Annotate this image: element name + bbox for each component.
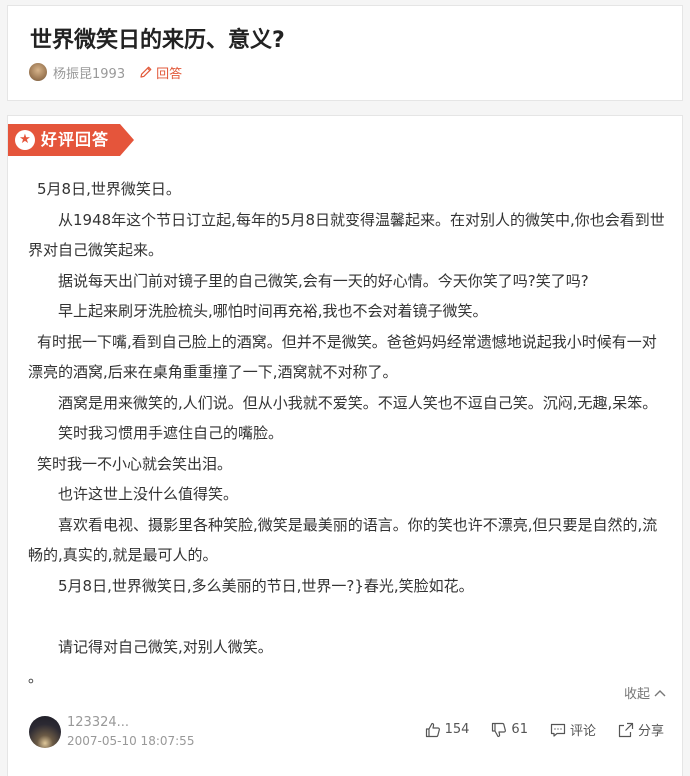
answerer-name[interactable]: 123324... — [67, 714, 129, 731]
share-button[interactable]: 分享 — [618, 720, 664, 739]
author-name[interactable]: 杨振昆1993 — [53, 63, 125, 82]
answer-actions: 154 61 评论 分享 — [403, 720, 664, 739]
question-meta: 杨振昆1993 回答 — [29, 62, 182, 82]
dislike-button[interactable]: 61 — [491, 722, 528, 738]
answer-paragraph: 喜欢看电视、摄影里各种笑脸,微笑是最美丽的语言。你的笑也许不漂亮,但只要是自然的… — [28, 515, 658, 565]
dislike-count: 61 — [511, 722, 528, 737]
like-button[interactable]: 154 — [425, 722, 470, 738]
answerer-avatar[interactable] — [29, 716, 61, 748]
star-icon: ★ — [15, 130, 35, 150]
like-count: 154 — [444, 722, 470, 737]
pencil-icon — [140, 66, 152, 78]
best-answer-badge: ★ 好评回答 — [8, 124, 134, 156]
answer-footer: 123324... 2007-05-10 18:07:55 154 61 评论 … — [29, 714, 664, 750]
collapse-label: 收起 — [623, 687, 650, 702]
comment-label: 评论 — [569, 724, 596, 739]
question-card: 世界微笑日的来历、意义? 杨振昆1993 回答 — [7, 5, 683, 101]
answer-paragraph: 从1948年这个节日订立起,每年的5月8日就变得温馨起来。在对别人的微笑中,你也… — [28, 210, 665, 260]
answer-button-label: 回答 — [156, 66, 183, 82]
answer-content: 5月8日,世界微笑日。 从1948年这个节日订立起,每年的5月8日就变得温馨起来… — [28, 174, 668, 693]
answer-time: 2007-05-10 18:07:55 — [67, 734, 195, 748]
thumbs-up-icon — [425, 722, 440, 737]
answer-paragraph: 5月8日,世界微笑日。 — [37, 180, 181, 198]
chevron-up-icon — [654, 689, 666, 696]
answer-paragraph: 早上起来刷牙洗脸梳头,哪怕时间再充裕,我也不会对着镜子微笑。 — [58, 302, 488, 320]
share-label: 分享 — [637, 724, 664, 739]
thumbs-down-icon — [492, 722, 507, 737]
answer-paragraph: 。 — [28, 668, 44, 686]
comment-icon — [550, 723, 566, 737]
author-avatar[interactable] — [29, 63, 47, 81]
collapse-button[interactable]: 收起 — [624, 683, 666, 702]
answer-paragraph: 有时抿一下嘴,看到自己脸上的酒窝。但并不是微笑。爸爸妈妈经常遗憾地说起我小时候有… — [28, 332, 657, 382]
answer-paragraph: 请记得对自己微笑,对别人微笑。 — [58, 637, 273, 656]
answer-card: ★ 好评回答 5月8日,世界微笑日。 从1948年这个节日订立起,每年的5月8日… — [7, 115, 683, 776]
share-icon — [618, 722, 634, 737]
answer-paragraph: 据说每天出门前对镜子里的自己微笑,会有一天的好心情。今天你笑了吗?笑了吗? — [58, 271, 589, 290]
badge-label: 好评回答 — [41, 130, 110, 149]
answer-paragraph: 笑时我习惯用手遮住自己的嘴脸。 — [58, 424, 284, 442]
comment-button[interactable]: 评论 — [550, 720, 596, 739]
answer-paragraph: 也许这世上没什么值得笑。 — [58, 485, 239, 503]
answer-button[interactable]: 回答 — [139, 63, 182, 82]
answer-paragraph: 5月8日,世界微笑日,多么美丽的节日,世界一?}春光,笑脸如花。 — [58, 576, 474, 595]
answer-paragraph: 酒窝是用来微笑的,人们说。但从小我就不爱笑。不逗人笑也不逗自己笑。沉闷,无趣,呆… — [58, 393, 658, 412]
answer-paragraph: 笑时我一不小心就会笑出泪。 — [37, 454, 233, 473]
question-title: 世界微笑日的来历、意义? — [30, 28, 285, 53]
